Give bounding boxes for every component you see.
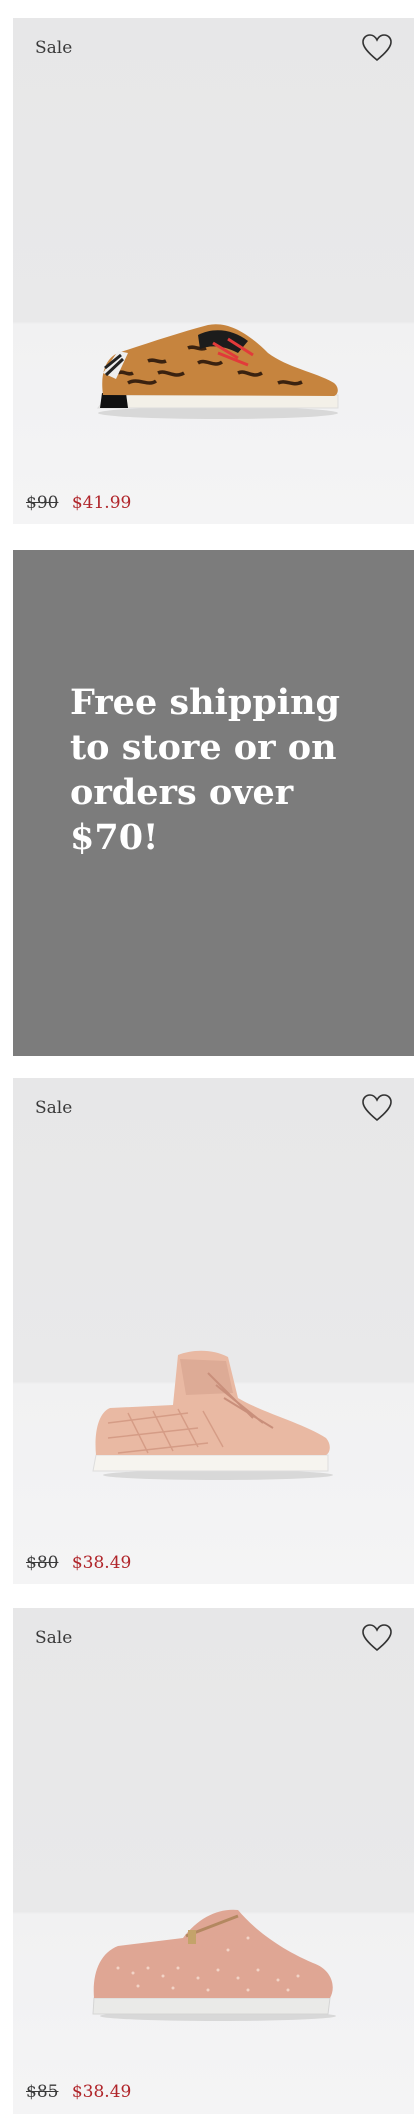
original-price: $80	[26, 1553, 59, 1573]
promo-text: Free shipping to store or on orders over…	[70, 682, 341, 858]
product-card[interactable]: Sale $80 $38.49	[13, 1078, 414, 1584]
pink-high-top-sneaker-image[interactable]	[88, 1343, 348, 1483]
pink-zip-sneaker-image[interactable]	[88, 1898, 348, 2023]
heart-icon[interactable]	[362, 1094, 392, 1122]
sale-badge: Sale	[35, 1628, 73, 1648]
sale-badge: Sale	[35, 38, 73, 58]
promo-banner[interactable]: Free shipping to store or on orders over…	[13, 550, 414, 1056]
leopard-sneaker-image[interactable]	[88, 313, 348, 423]
original-price: $85	[26, 2082, 59, 2102]
price-row: $85 $38.49	[26, 2082, 131, 2102]
product-card[interactable]: Sale $85 $38.49	[13, 1608, 414, 2114]
original-price: $90	[26, 493, 59, 513]
sale-price: $41.99	[71, 493, 132, 513]
price-row: $80 $38.49	[26, 1553, 131, 1573]
sale-price: $38.49	[71, 1553, 132, 1573]
sale-badge: Sale	[35, 1098, 73, 1118]
price-row: $90 $41.99	[26, 493, 131, 513]
sale-price: $38.49	[71, 2082, 132, 2102]
heart-icon[interactable]	[362, 34, 392, 62]
heart-icon[interactable]	[362, 1624, 392, 1652]
product-card[interactable]: Sale $90 $41.99	[13, 18, 414, 524]
